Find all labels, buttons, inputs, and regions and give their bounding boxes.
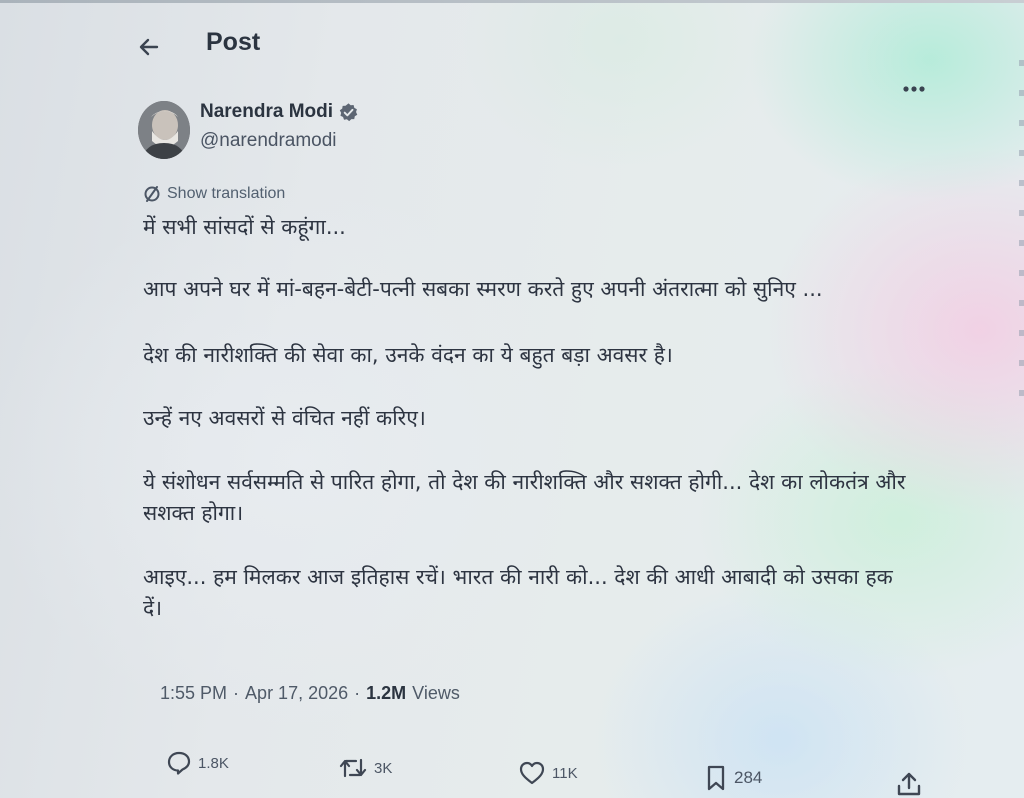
post-date[interactable]: Apr 17, 2026 bbox=[245, 683, 348, 704]
globe-translate-icon bbox=[144, 186, 160, 202]
reply-count: 1.8K bbox=[198, 754, 229, 772]
heart-icon bbox=[519, 761, 545, 785]
reply-button[interactable]: 1.8K bbox=[166, 750, 229, 776]
like-button[interactable]: 11K bbox=[518, 760, 578, 786]
show-translation-button[interactable]: Show translation bbox=[143, 185, 285, 203]
more-horizontal-icon bbox=[903, 86, 925, 92]
repost-button[interactable]: 3K bbox=[338, 756, 392, 780]
tweet-paragraph: उन्हें नए अवसरों से वंचित नहीं करिए। bbox=[143, 406, 426, 430]
moire-stripe bbox=[1019, 60, 1024, 420]
tweet-paragraph: में सभी सांसदों से कहूंगा... bbox=[143, 215, 346, 239]
author-handle[interactable]: @narendramodi bbox=[200, 130, 337, 152]
post-time[interactable]: 1:55 PM bbox=[160, 683, 227, 704]
more-options-button[interactable] bbox=[900, 78, 930, 100]
bookmark-button[interactable]: 284 bbox=[704, 764, 762, 792]
verified-badge-icon bbox=[339, 102, 358, 121]
tweet-paragraph: देश की नारीशक्ति की सेवा का, उनके वंदन क… bbox=[143, 343, 673, 367]
author-name-row: Narendra Modi bbox=[200, 101, 359, 123]
share-button[interactable] bbox=[895, 770, 923, 798]
meta-separator: · bbox=[354, 683, 361, 703]
show-translation-label: Show translation bbox=[167, 185, 286, 202]
repost-icon bbox=[339, 758, 367, 778]
share-upload-icon bbox=[897, 772, 921, 796]
views-label: Views bbox=[412, 683, 460, 703]
tweet-paragraph: आइए... हम मिलकर आज इतिहास रचें। भारत की … bbox=[143, 565, 893, 620]
avatar-photo bbox=[138, 101, 190, 159]
arrow-left-icon bbox=[139, 38, 159, 56]
repost-count: 3K bbox=[374, 759, 393, 777]
back-button[interactable] bbox=[136, 34, 162, 60]
tweet-paragraph: ये संशोधन सर्वसम्मति से पारित होगा, तो द… bbox=[143, 470, 906, 525]
tweet-text: में सभी सांसदों से कहूंगा... आप अपने घर … bbox=[143, 212, 918, 624]
bookmark-count: 284 bbox=[734, 768, 763, 787]
tweet-paragraph: आप अपने घर में मां-बहन-बेटी-पत्नी सबका स… bbox=[143, 277, 823, 301]
post-metadata: 1:55 PM · Apr 17, 2026 · 1.2M Views bbox=[160, 683, 460, 704]
screen-bezel-edge bbox=[0, 0, 1024, 3]
page-title: Post bbox=[206, 28, 261, 56]
like-count: 11K bbox=[552, 764, 578, 782]
bookmark-icon bbox=[707, 765, 725, 791]
reply-bubble-icon bbox=[167, 751, 191, 775]
views-count: 1.2M bbox=[366, 683, 407, 703]
meta-separator: · bbox=[233, 683, 240, 703]
author-display-name[interactable]: Narendra Modi bbox=[200, 101, 333, 123]
avatar[interactable] bbox=[138, 101, 190, 159]
